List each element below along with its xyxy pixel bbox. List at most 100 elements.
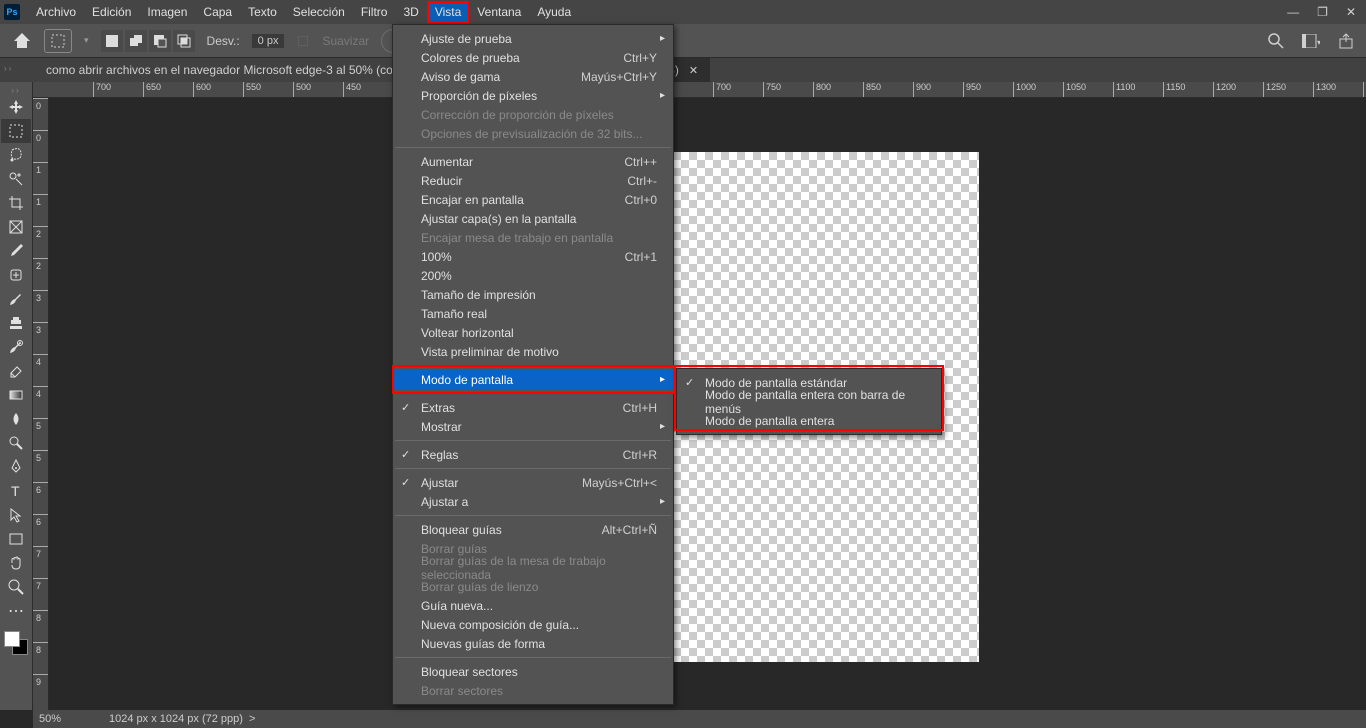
search-icon[interactable]	[1268, 33, 1284, 49]
view-menu-dropdown: Ajuste de pruebaColores de pruebaCtrl+YA…	[392, 24, 674, 705]
menu-item[interactable]: Guía nueva...	[393, 596, 673, 615]
menu-capa[interactable]: Capa	[195, 1, 240, 23]
menu-item[interactable]: Modo de pantalla	[393, 370, 673, 389]
menu-item[interactable]: 200%	[393, 266, 673, 285]
document-tab[interactable]: como abrir archivos en el navegador Micr…	[34, 58, 405, 82]
menu-item[interactable]: Encajar en pantallaCtrl+0	[393, 190, 673, 209]
selection-add-icon[interactable]	[125, 30, 147, 52]
menu-edición[interactable]: Edición	[84, 1, 139, 23]
home-icon[interactable]	[12, 31, 32, 51]
selection-new-icon[interactable]	[101, 30, 123, 52]
menu-item[interactable]: Ajuste de prueba	[393, 29, 673, 48]
menu-item[interactable]: Vista preliminar de motivo	[393, 342, 673, 361]
move-tool[interactable]	[1, 95, 31, 119]
history-brush-tool[interactable]	[1, 335, 31, 359]
eyedropper-tool[interactable]	[1, 239, 31, 263]
menu-item[interactable]: Voltear horizontal	[393, 323, 673, 342]
menu-item[interactable]: 100%Ctrl+1	[393, 247, 673, 266]
pen-tool[interactable]	[1, 455, 31, 479]
screen-mode-submenu: Modo de pantalla estándarModo de pantall…	[676, 368, 942, 435]
selection-mode-group	[101, 30, 195, 52]
menu-texto[interactable]: Texto	[240, 1, 285, 23]
menu-item[interactable]: Nuevas guías de forma	[393, 634, 673, 653]
minimize-button[interactable]: —	[1287, 5, 1299, 19]
healing-brush-tool[interactable]	[1, 263, 31, 287]
menu-imagen[interactable]: Imagen	[139, 1, 195, 23]
menu-item[interactable]: Bloquear guíasAlt+Ctrl+Ñ	[393, 520, 673, 539]
vertical-ruler: 0011223344556677889	[33, 98, 49, 710]
color-swatches[interactable]	[2, 629, 30, 657]
selection-intersect-icon[interactable]	[173, 30, 195, 52]
menu-item[interactable]: Aviso de gamaMayús+Ctrl+Y	[393, 67, 673, 86]
feather-label: Desv.:	[207, 34, 240, 48]
hand-tool[interactable]	[1, 551, 31, 575]
menu-item: Borrar guías de la mesa de trabajo selec…	[393, 558, 673, 577]
tab-close-icon[interactable]: ✕	[689, 64, 698, 77]
menu-item: Corrección de proporción de píxeles	[393, 105, 673, 124]
menu-item[interactable]: Tamaño real	[393, 304, 673, 323]
menu-item: Borrar sectores	[393, 681, 673, 700]
menu-item[interactable]: Colores de pruebaCtrl+Y	[393, 48, 673, 67]
menu-filtro[interactable]: Filtro	[353, 1, 396, 23]
svg-text:▾: ▾	[1317, 38, 1320, 47]
menu-item[interactable]: Ajustar capa(s) en la pantalla	[393, 209, 673, 228]
path-selection-tool[interactable]	[1, 503, 31, 527]
zoom-level[interactable]: 50%	[39, 713, 109, 725]
menu-3d[interactable]: 3D	[395, 1, 426, 23]
menu-item[interactable]: ExtrasCtrl+H	[393, 398, 673, 417]
share-icon[interactable]	[1338, 33, 1354, 49]
menu-item[interactable]: AumentarCtrl++	[393, 152, 673, 171]
horizontal-ruler: 7006506005505004504007007508008509009501…	[33, 82, 1366, 98]
menu-item[interactable]: AjustarMayús+Ctrl+<	[393, 473, 673, 492]
menu-vista[interactable]: Vista	[427, 1, 469, 23]
feather-input[interactable]: 0 px	[252, 34, 285, 48]
gradient-tool[interactable]	[1, 383, 31, 407]
crop-tool[interactable]	[1, 191, 31, 215]
menu-item[interactable]: Mostrar	[393, 417, 673, 436]
menu-item[interactable]: Ajustar a	[393, 492, 673, 511]
maximize-button[interactable]: ❐	[1317, 5, 1328, 19]
menu-item[interactable]: Nueva composición de guía...	[393, 615, 673, 634]
document-info[interactable]: 1024 px x 1024 px (72 ppp)	[109, 713, 243, 725]
toolbox: ›› T ⋯	[0, 82, 33, 710]
type-tool[interactable]: T	[1, 479, 31, 503]
tool-preset-dropdown[interactable]	[44, 29, 72, 53]
menu-item: Encajar mesa de trabajo en pantalla	[393, 228, 673, 247]
menu-item: Opciones de previsualización de 32 bits.…	[393, 124, 673, 143]
dodge-tool[interactable]	[1, 431, 31, 455]
frame-tool[interactable]	[1, 215, 31, 239]
status-menu-icon[interactable]: >	[249, 713, 255, 725]
menu-item[interactable]: ReglasCtrl+R	[393, 445, 673, 464]
menu-selección[interactable]: Selección	[285, 1, 353, 23]
selection-subtract-icon[interactable]	[149, 30, 171, 52]
menu-bar: Ps ArchivoEdiciónImagenCapaTextoSelecció…	[0, 0, 1366, 24]
menu-item: Borrar guías de lienzo	[393, 577, 673, 596]
photoshop-icon: Ps	[4, 4, 20, 20]
menu-item[interactable]: ReducirCtrl+-	[393, 171, 673, 190]
close-window-button[interactable]: ✕	[1346, 5, 1356, 19]
zoom-tool[interactable]	[1, 575, 31, 599]
submenu-item[interactable]: Modo de pantalla entera con barra de men…	[677, 392, 941, 411]
menu-ventana[interactable]: Ventana	[469, 1, 529, 23]
menu-ayuda[interactable]: Ayuda	[529, 1, 579, 23]
blur-tool[interactable]	[1, 407, 31, 431]
shape-tool[interactable]	[1, 527, 31, 551]
clone-stamp-tool[interactable]	[1, 311, 31, 335]
quick-selection-tool[interactable]	[1, 167, 31, 191]
submenu-item[interactable]: Modo de pantalla entera	[677, 411, 941, 430]
lasso-tool[interactable]	[1, 143, 31, 167]
brush-tool[interactable]	[1, 287, 31, 311]
menu-item[interactable]: Tamaño de impresión	[393, 285, 673, 304]
menu-item[interactable]: Bloquear sectores	[393, 662, 673, 681]
workspace-switcher-icon[interactable]: ▾	[1302, 34, 1320, 48]
options-bar: ▾ Desv.: 0 px Suavizar Seleccionar y apl…	[0, 24, 1366, 58]
eraser-tool[interactable]	[1, 359, 31, 383]
menu-item[interactable]: Proporción de píxeles	[393, 86, 673, 105]
window-controls: — ❐ ✕	[1287, 0, 1356, 24]
document-tab-bar: ›› como abrir archivos en el navegador M…	[0, 58, 1366, 82]
svg-text:T: T	[11, 483, 20, 499]
edit-toolbar-button[interactable]: ⋯	[1, 599, 31, 623]
toolbox-handle[interactable]: ››	[0, 86, 32, 95]
menu-archivo[interactable]: Archivo	[28, 1, 84, 23]
marquee-tool[interactable]	[1, 119, 31, 143]
